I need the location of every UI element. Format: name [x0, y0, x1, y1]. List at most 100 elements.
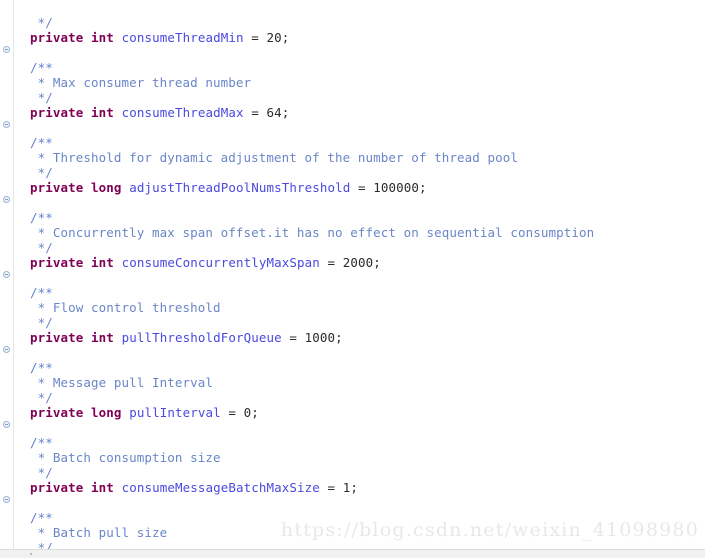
line-javadoc-close-pull-threshold-for-queue[interactable]: */ [30, 315, 53, 330]
gutter-separator-rule [13, 0, 14, 558]
code-text-area[interactable]: */private int consumeThreadMin = 20; /**… [0, 0, 705, 558]
line-field-consume-thread-max[interactable]: private int consumeThreadMax = 64; [30, 105, 289, 120]
line-javadoc-text-pull-threshold-for-queue[interactable]: * Flow control threshold [30, 300, 221, 315]
line-field-adjust-thread-pool-nums-threshold[interactable]: private long adjustThreadPoolNumsThresho… [30, 180, 427, 195]
line-javadoc-open-consume-thread-max[interactable]: /** [30, 60, 53, 75]
token-identifier: consumeThreadMax [121, 105, 244, 120]
fold-marker-adjust-thread-pool-nums-threshold[interactable] [3, 121, 10, 128]
token-identifier: pullInterval [129, 405, 221, 420]
line-javadoc-close-adjust-thread-pool-nums-threshold[interactable]: */ [30, 165, 53, 180]
token-comment: * Threshold for dynamic adjustment of th… [30, 150, 519, 165]
line-blank-4[interactable] [30, 270, 38, 285]
code-editor-viewport[interactable]: */private int consumeThreadMin = 20; /**… [0, 0, 705, 558]
line-javadoc-open-consume-concurrently-max-span[interactable]: /** [30, 210, 53, 225]
token-operator: ; [373, 255, 381, 270]
token-operator: ; [335, 330, 343, 345]
line-field-pull-interval[interactable]: private long pullInterval = 0; [30, 405, 259, 420]
line-blank-6[interactable] [30, 420, 38, 435]
line-javadoc-close-consume-thread-max[interactable]: */ [30, 90, 53, 105]
line-javadoc-open-pull-batch-size[interactable]: /** [30, 510, 53, 525]
line-blank-1[interactable] [30, 45, 38, 60]
line-javadoc-open-adjust-thread-pool-nums-threshold[interactable]: /** [30, 135, 53, 150]
line-javadoc-close-pull-interval[interactable]: */ [30, 390, 53, 405]
line-javadoc-open-consume-message-batch-max-size[interactable]: /** [30, 435, 53, 450]
line-blank-2[interactable] [30, 120, 38, 135]
token-identifier: consumeConcurrentlyMaxSpan [121, 255, 320, 270]
token-identifier: consumeThreadMin [121, 30, 244, 45]
token-comment: * Batch consumption size [30, 450, 221, 465]
line-field-consume-thread-min[interactable]: private int consumeThreadMin = 20; [30, 30, 289, 45]
token-operator: = [220, 405, 244, 420]
line-field-consume-message-batch-max-size[interactable]: private int consumeMessageBatchMaxSize =… [30, 480, 358, 495]
line-javadoc-open-pull-threshold-for-queue[interactable]: /** [30, 285, 53, 300]
token-comment: * Max consumer thread number [30, 75, 252, 90]
line-javadoc-close-consume-concurrently-max-span[interactable]: */ [30, 240, 53, 255]
fold-marker-pull-batch-size[interactable] [3, 496, 10, 503]
line-javadoc-text-consume-thread-max[interactable]: * Max consumer thread number [30, 75, 251, 90]
token-identifier: consumeMessageBatchMaxSize [121, 480, 320, 495]
token-keyword: int [91, 105, 114, 120]
token-number: 2000 [342, 255, 374, 270]
fold-marker-pull-interval[interactable] [3, 346, 10, 353]
token-operator: = [243, 30, 267, 45]
token-keyword: int [91, 255, 114, 270]
token-identifier: pullThresholdForQueue [121, 330, 282, 345]
fold-marker-consume-thread-max[interactable] [3, 46, 10, 53]
token-keyword: private [30, 180, 84, 195]
token-number: 64 [266, 105, 282, 120]
line-blank-5[interactable] [30, 345, 38, 360]
token-comment-doc: /** [30, 135, 53, 150]
token-comment: * Flow control threshold [30, 300, 221, 315]
token-comment: * Batch pull size [30, 525, 168, 540]
token-comment-doc: /** [30, 210, 53, 225]
token-comment: * Concurrently max span offset.it has no… [30, 225, 595, 240]
token-operator: = [319, 480, 343, 495]
token-comment: */ [30, 240, 53, 255]
token-operator: = [243, 105, 267, 120]
line-field-consume-concurrently-max-span[interactable]: private int consumeConcurrentlyMaxSpan =… [30, 255, 381, 270]
line-javadoc-open-pull-interval[interactable]: /** [30, 360, 53, 375]
line-javadoc-text-adjust-thread-pool-nums-threshold[interactable]: * Threshold for dynamic adjustment of th… [30, 150, 518, 165]
token-keyword: long [91, 405, 122, 420]
token-operator: = [319, 255, 343, 270]
token-operator: = [281, 330, 305, 345]
token-operator: ; [281, 30, 290, 45]
line-field-pull-threshold-for-queue[interactable]: private int pullThresholdForQueue = 1000… [30, 330, 343, 345]
line-javadoc-text-consume-message-batch-max-size[interactable]: * Batch consumption size [30, 450, 221, 465]
fold-marker-consume-concurrently-max-span[interactable] [3, 196, 10, 203]
line-javadoc-text-pull-interval[interactable]: * Message pull Interval [30, 375, 213, 390]
token-comment-doc: /** [30, 360, 53, 375]
line-comment-close-1[interactable]: */ [30, 15, 53, 30]
token-operator: ; [251, 405, 259, 420]
token-comment: */ [30, 90, 53, 105]
editor-gutter[interactable] [0, 0, 14, 558]
token-comment: */ [30, 465, 53, 480]
token-keyword: private [30, 255, 84, 270]
bottom-strip-caret-dot [30, 553, 32, 555]
token-comment-doc: /** [30, 60, 53, 75]
token-keyword: private [30, 105, 84, 120]
line-blank-7[interactable] [30, 495, 38, 510]
line-javadoc-text-consume-concurrently-max-span[interactable]: * Concurrently max span offset.it has no… [30, 225, 595, 240]
fold-marker-pull-threshold-for-queue[interactable] [3, 271, 10, 278]
line-javadoc-close-consume-message-batch-max-size[interactable]: */ [30, 465, 53, 480]
token-keyword: int [91, 480, 114, 495]
line-blank-3[interactable] [30, 195, 38, 210]
fold-marker-consume-message-batch-max-size[interactable] [3, 421, 10, 428]
token-keyword: int [91, 30, 114, 45]
token-number: 100000 [373, 180, 419, 195]
token-comment-doc: /** [30, 285, 53, 300]
token-comment: */ [30, 15, 53, 30]
line-javadoc-text-pull-batch-size[interactable]: * Batch pull size [30, 525, 168, 540]
